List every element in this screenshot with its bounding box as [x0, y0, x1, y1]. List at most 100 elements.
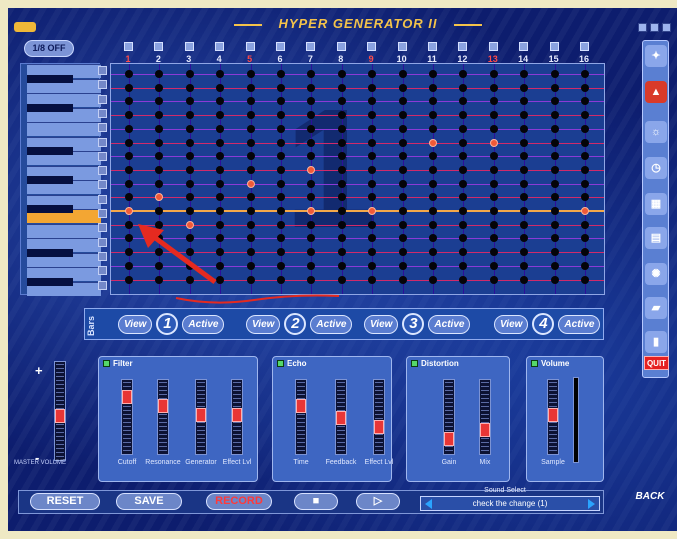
step-cell[interactable] — [125, 111, 133, 120]
step-cell[interactable] — [429, 165, 437, 174]
step-cell[interactable] — [216, 138, 225, 147]
step-cell[interactable] — [398, 179, 407, 188]
step-cell[interactable] — [398, 248, 407, 257]
step-cell[interactable] — [581, 234, 589, 243]
bar-view-button[interactable]: View — [246, 314, 281, 334]
step-cell[interactable] — [489, 234, 498, 243]
active-step-cell[interactable] — [125, 207, 133, 215]
step-cell[interactable] — [398, 234, 407, 243]
slider-knob[interactable] — [232, 408, 242, 422]
step-cell[interactable] — [246, 220, 255, 229]
sample-slider[interactable] — [547, 379, 559, 455]
master-volume-knob[interactable] — [55, 409, 65, 424]
step-cell[interactable] — [520, 124, 529, 133]
piano-white-key[interactable] — [27, 223, 101, 238]
step-cell[interactable] — [337, 275, 346, 284]
active-step-cell[interactable] — [246, 179, 255, 188]
step-cell[interactable] — [398, 97, 407, 106]
bar-view-button[interactable]: View — [118, 314, 153, 334]
step-cell[interactable] — [550, 138, 559, 147]
step-cell[interactable] — [520, 234, 529, 243]
step-cell[interactable] — [216, 179, 225, 188]
step-cell[interactable] — [459, 234, 468, 243]
active-step-cell[interactable] — [489, 138, 498, 147]
step-cell[interactable] — [125, 152, 133, 161]
note-length-button[interactable]: 1/8 OFF — [24, 40, 74, 57]
step-cell[interactable] — [581, 97, 589, 106]
step-cell[interactable] — [216, 124, 225, 133]
step-cell[interactable] — [216, 165, 225, 174]
step-cell[interactable] — [246, 97, 255, 106]
step-cell[interactable] — [429, 207, 437, 215]
save-button[interactable]: SAVE — [116, 493, 182, 510]
step-cell[interactable] — [368, 138, 377, 147]
step-cell[interactable] — [398, 165, 407, 174]
step-cell[interactable] — [277, 275, 285, 284]
step-cell[interactable] — [277, 220, 285, 229]
step-cell[interactable] — [246, 248, 255, 257]
piano-black-key[interactable] — [27, 103, 73, 112]
filter-toggle-icon[interactable] — [103, 360, 110, 367]
step-cell[interactable] — [581, 220, 589, 229]
step-cell[interactable] — [550, 124, 559, 133]
row-button[interactable] — [98, 280, 107, 290]
mix-slider[interactable] — [479, 379, 491, 455]
step-cell[interactable] — [398, 220, 407, 229]
column-button[interactable] — [124, 42, 133, 51]
step-cell[interactable] — [337, 70, 346, 78]
step-cell[interactable] — [185, 138, 194, 147]
feedback-slider[interactable] — [335, 379, 347, 455]
tool-icon-9[interactable]: ▮ — [645, 331, 667, 353]
step-cell[interactable] — [368, 261, 377, 270]
row-button[interactable] — [98, 108, 107, 118]
step-cell[interactable] — [155, 165, 164, 174]
resonance-slider[interactable] — [157, 379, 169, 455]
step-cell[interactable] — [125, 179, 133, 188]
step-cell[interactable] — [550, 152, 559, 161]
bar-view-button[interactable]: View — [494, 314, 529, 334]
step-cell[interactable] — [581, 261, 589, 270]
maximize-icon[interactable] — [650, 23, 659, 32]
step-cell[interactable] — [520, 261, 529, 270]
step-cell[interactable] — [368, 124, 377, 133]
step-cell[interactable] — [155, 83, 164, 92]
step-cell[interactable] — [398, 207, 407, 215]
volume-toggle-icon[interactable] — [531, 360, 538, 367]
step-cell[interactable] — [459, 220, 468, 229]
step-cell[interactable] — [429, 97, 437, 106]
active-step-cell[interactable] — [429, 138, 437, 147]
bar-active-button[interactable]: Active — [310, 314, 353, 334]
step-cell[interactable] — [520, 70, 529, 78]
step-cell[interactable] — [246, 83, 255, 92]
bar-active-button[interactable]: Active — [182, 314, 225, 334]
bar-number-button[interactable]: 4 — [532, 313, 555, 335]
record-button[interactable]: RECORD — [206, 493, 272, 510]
step-cell[interactable] — [277, 70, 285, 78]
effect-lvl-slider[interactable] — [373, 379, 385, 455]
bar-number-button[interactable]: 3 — [402, 313, 425, 335]
step-cell[interactable] — [459, 248, 468, 257]
step-cell[interactable] — [368, 179, 377, 188]
column-button[interactable] — [397, 42, 407, 51]
step-cell[interactable] — [337, 124, 346, 133]
step-cell[interactable] — [125, 138, 133, 147]
step-cell[interactable] — [216, 97, 225, 106]
step-cell[interactable] — [155, 207, 164, 215]
step-cell[interactable] — [581, 165, 589, 174]
step-cell[interactable] — [216, 193, 225, 202]
step-cell[interactable] — [550, 207, 559, 215]
column-button[interactable] — [458, 42, 468, 51]
slider-knob[interactable] — [196, 408, 206, 422]
step-cell[interactable] — [337, 138, 346, 147]
row-button[interactable] — [98, 137, 107, 147]
step-cell[interactable] — [550, 248, 559, 257]
back-button[interactable]: BACK — [632, 492, 668, 502]
step-cell[interactable] — [459, 83, 468, 92]
column-button[interactable] — [549, 42, 559, 51]
distortion-toggle-icon[interactable] — [411, 360, 418, 367]
step-cell[interactable] — [520, 193, 529, 202]
step-cell[interactable] — [398, 193, 407, 202]
echo-toggle-icon[interactable] — [277, 360, 284, 367]
step-cell[interactable] — [550, 165, 559, 174]
step-cell[interactable] — [185, 193, 194, 202]
